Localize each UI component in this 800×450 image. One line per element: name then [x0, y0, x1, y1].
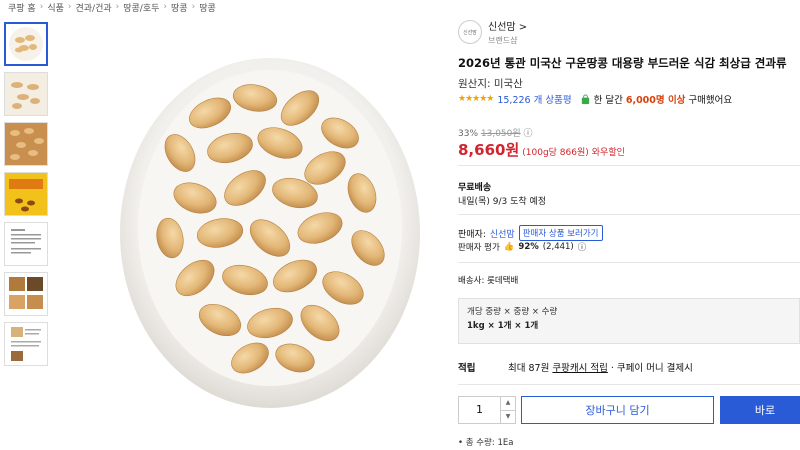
seller-name-link[interactable]: 신선맘: [490, 227, 515, 240]
option-value: 1kg × 1개 × 1개: [467, 321, 539, 331]
brand-sub: 브랜드샵: [488, 36, 518, 45]
points-max: 최대 87원: [508, 363, 550, 374]
divider: [458, 214, 800, 215]
points-row: 적립 최대 87원 쿠팡캐시 적립 · 쿠페이 머니 결제시: [458, 360, 693, 374]
breadcrumb: 쿠팡 홈 › 식품 › 견과/건과 › 땅콩/호두 › 땅콩 › 땅콩: [8, 0, 216, 14]
buy-now-button[interactable]: 바로: [720, 396, 800, 424]
final-price: 8,660원: [458, 141, 520, 159]
star-rating-icon: ★★★★★: [458, 94, 494, 104]
thumbnail-list: [4, 22, 52, 372]
info-icon[interactable]: ⓘ: [578, 241, 587, 253]
breadcrumb-item[interactable]: 땅콩: [199, 1, 216, 14]
carrier-info: 배송사: 롯데택배: [458, 276, 519, 286]
brand-shop-link[interactable]: 신선맘 신선맘 > 브랜드샵: [458, 18, 527, 46]
original-price: 13,050원: [480, 129, 521, 139]
chevron-right-icon: ›: [115, 2, 120, 12]
breadcrumb-item[interactable]: 견과/건과: [75, 1, 111, 14]
price-row: 8,660원 (100g당 866원) 와우할인: [458, 139, 625, 160]
quantity-input[interactable]: 1: [459, 397, 500, 423]
purchase-prefix: 한 달간: [593, 95, 623, 106]
breadcrumb-item[interactable]: 땅콩: [171, 1, 188, 14]
chevron-down-icon[interactable]: ▼: [501, 411, 515, 424]
shopping-bag-icon: [581, 93, 589, 104]
product-origin: 원산지: 미국산: [458, 78, 523, 90]
option-label: 개당 중량 × 중량 × 수량: [467, 307, 558, 317]
seller-rating-count: (2,441): [542, 242, 574, 252]
rating-row: ★★★★★ 15,226 개 상품평 한 달간 6,000명 이상 구매했어요: [458, 92, 732, 106]
shipping-date: 내일(목) 9/3 도착 예정: [458, 197, 547, 207]
thumbnail-5[interactable]: [4, 222, 48, 266]
chevron-right-icon: ›: [163, 2, 168, 12]
divider: [458, 384, 800, 385]
points-label: 적립: [458, 363, 476, 374]
seller-label: 판매자:: [458, 229, 486, 240]
purchase-suffix: 구매했어요: [688, 95, 733, 106]
breadcrumb-item[interactable]: 식품: [47, 1, 64, 14]
seller-rating-row: 판매자 평가 👍 92% (2,441) ⓘ: [458, 241, 586, 253]
quantity-stepper[interactable]: 1 ▲ ▼: [458, 396, 516, 424]
seller-row: 판매자: 신선맘 판매자 상품 보러가기: [458, 225, 603, 241]
wow-discount-tag: 와우할인: [591, 148, 625, 158]
thumbnail-2[interactable]: [4, 72, 48, 116]
product-image: [100, 18, 440, 428]
chevron-up-icon[interactable]: ▲: [501, 397, 515, 411]
thumbnail-4[interactable]: [4, 172, 48, 216]
brand-logo: 신선맘: [458, 20, 482, 44]
thumbnail-6[interactable]: [4, 272, 48, 316]
thumbs-up-icon: 👍: [503, 242, 515, 252]
thumbnail-1[interactable]: [4, 22, 48, 66]
brand-name: 신선맘 >: [488, 22, 528, 33]
breadcrumb-item[interactable]: 땅콩/호두: [123, 1, 159, 14]
breadcrumb-item[interactable]: 쿠팡 홈: [8, 1, 36, 14]
purchase-count: 한 달간 6,000명 이상 구매했어요: [580, 92, 733, 106]
purchase-highlight: 6,000명 이상: [625, 95, 686, 106]
unit-price: (100g당 866원): [522, 148, 589, 158]
points-note: · 쿠페이 머니 결제시: [610, 363, 693, 374]
seller-rating-label: 판매자 평가: [458, 243, 500, 253]
seller-rating-value: 92%: [518, 242, 539, 252]
review-count-link[interactable]: 15,226 개 상품평: [497, 92, 571, 106]
divider: [458, 262, 800, 263]
chevron-right-icon: ›: [67, 2, 72, 12]
info-icon[interactable]: ⓘ: [524, 129, 533, 139]
discount-rate: 33%: [458, 129, 479, 139]
chevron-right-icon: ›: [191, 2, 196, 12]
product-title: 2026년 통관 미국산 구운땅콩 대용량 부드러운 식감 최상급 견과류: [458, 56, 787, 70]
total-quantity: • 총 수량: 1Ea: [458, 438, 514, 448]
divider: [458, 165, 800, 166]
thumbnail-7[interactable]: [4, 322, 48, 366]
shipping-title: 무료배송: [458, 183, 492, 193]
discount-row: 33% 13,050원 ⓘ: [458, 126, 533, 139]
coupang-cash-link[interactable]: 쿠팡캐시 적립: [552, 360, 607, 374]
seller-products-button[interactable]: 판매자 상품 보러가기: [518, 225, 603, 241]
chevron-right-icon: ›: [39, 2, 44, 12]
thumbnail-3[interactable]: [4, 122, 48, 166]
option-selector[interactable]: 개당 중량 × 중량 × 수량 1kg × 1개 × 1개: [458, 298, 800, 344]
add-to-cart-button[interactable]: 장바구니 담기: [521, 396, 714, 424]
